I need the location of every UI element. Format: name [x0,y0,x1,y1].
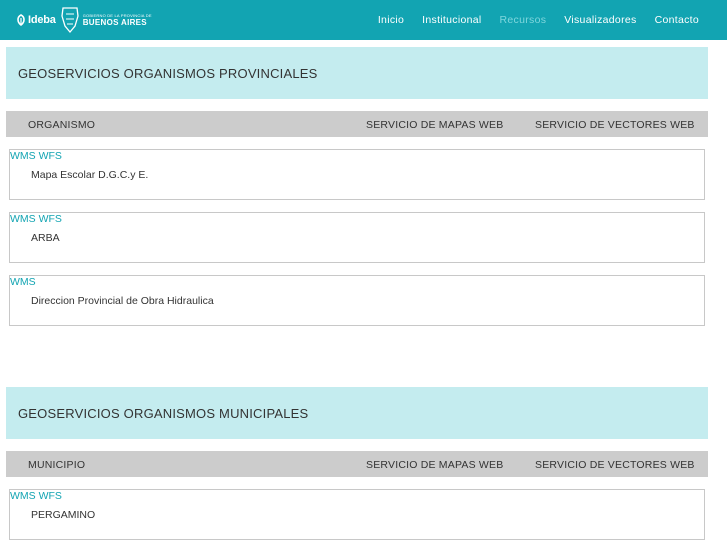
main-nav: Inicio Institucional Recursos Visualizad… [360,0,699,40]
gba-logo[interactable]: GOBIERNO DE LA PROVINCIA DE BUENOS AIRES [60,6,152,34]
table-header-municipales: MUNICIPIO SERVICIO DE MAPAS WEB SERVICIO… [6,451,708,477]
column-header-organismo: ORGANISMO [28,119,96,131]
column-header-wms: SERVICIO DE MAPAS WEB [366,119,504,131]
table-header-provinciales: ORGANISMO SERVICIO DE MAPAS WEB SERVICIO… [6,111,708,137]
wfs-link[interactable]: WFS [39,213,62,225]
nav-link-contacto[interactable]: Contacto [655,14,699,26]
wms-link[interactable]: WMS [10,490,36,502]
column-header-wms: SERVICIO DE MAPAS WEB [366,459,504,471]
wms-link[interactable]: WMS [10,276,36,288]
nav-link-recursos[interactable]: Recursos [500,14,547,26]
section-title: GEOSERVICIOS ORGANISMOS PROVINCIALES [18,66,318,81]
nav-link-institucional[interactable]: Institucional [422,14,481,26]
section-header-provinciales: GEOSERVICIOS ORGANISMOS PROVINCIALES [6,47,708,99]
ideba-logo-text: Ideba [28,14,56,26]
organismo-name: Direccion Provincial de Obra Hidraulica [31,295,214,307]
section-title: GEOSERVICIOS ORGANISMOS MUNICIPALES [18,406,309,421]
wms-link[interactable]: WMS [10,150,36,162]
wfs-link[interactable]: WFS [39,490,62,502]
table-row: Mapa Escolar D.G.C.y E. WMS WFS [9,149,705,200]
column-header-municipio: MUNICIPIO [28,459,86,471]
table-row: PERGAMINO WMS WFS [9,489,705,540]
municipio-name: PERGAMINO [31,509,96,521]
province-shield-icon [61,7,79,34]
nav-link-visualizadores[interactable]: Visualizadores [564,14,636,26]
wms-link[interactable]: WMS [10,213,36,225]
wfs-link[interactable]: WFS [39,150,62,162]
column-header-wfs: SERVICIO DE VECTORES WEB [535,459,695,471]
organismo-name: Mapa Escolar D.G.C.y E. [31,169,149,181]
gov-big-label: BUENOS AIRES [82,18,147,27]
brand-logos[interactable]: Ideba GOBIERNO DE LA PROVINCIA DE BUENOS… [16,4,152,36]
column-header-wfs: SERVICIO DE VECTORES WEB [535,119,695,131]
organismo-name: ARBA [31,232,60,244]
section-header-municipales: GEOSERVICIOS ORGANISMOS MUNICIPALES [6,387,708,439]
nav-link-inicio[interactable]: Inicio [378,14,404,26]
ideba-leaf-icon [17,14,25,26]
ideba-logo[interactable]: Ideba [16,14,56,26]
table-row: Direccion Provincial de Obra Hidraulica … [9,275,705,326]
top-navbar: Ideba GOBIERNO DE LA PROVINCIA DE BUENOS… [0,0,727,40]
table-row: ARBA WMS WFS [9,212,705,263]
